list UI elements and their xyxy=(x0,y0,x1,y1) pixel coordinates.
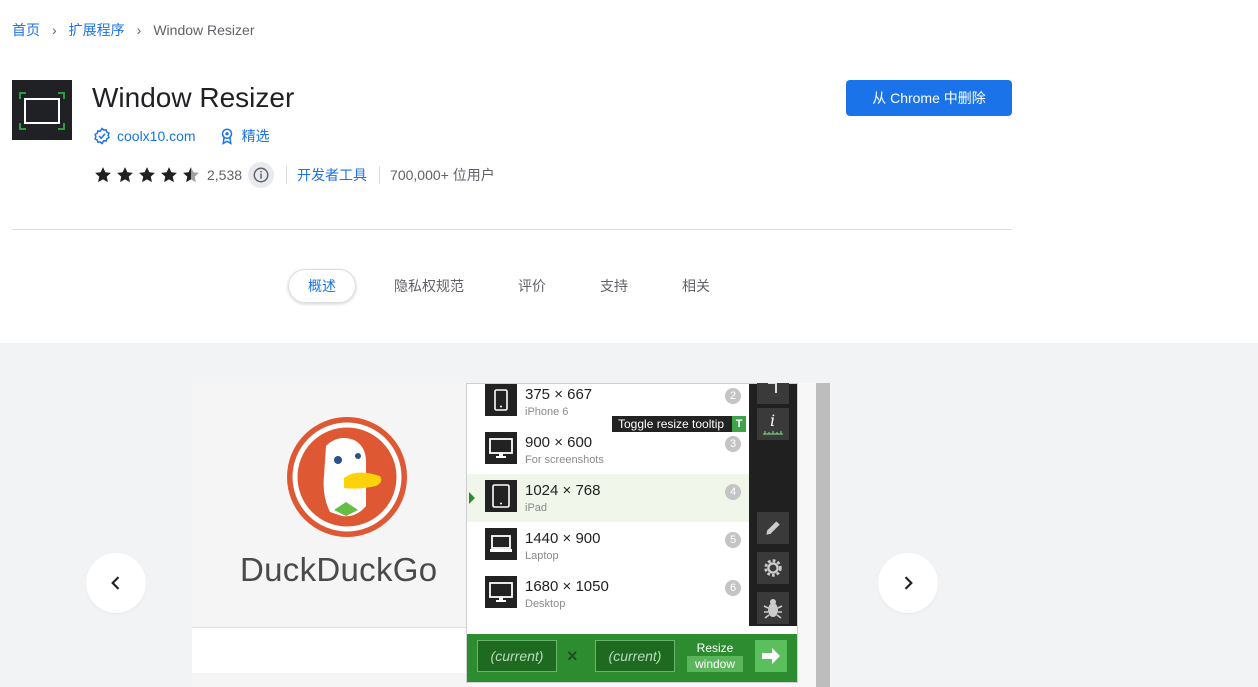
stats-row: 2,538 开发者工具 700,000+ 位用户 xyxy=(93,162,495,188)
settings-button[interactable] xyxy=(757,552,789,584)
rotate-icon xyxy=(768,383,777,393)
chevron-right-icon: › xyxy=(52,22,57,38)
resize-form: (current) × (current) Resize window xyxy=(467,634,797,682)
featured-ribbon-icon xyxy=(221,128,232,145)
tooltip-shortcut-key: T xyxy=(732,416,747,432)
gear-icon xyxy=(764,559,782,577)
tab-overview[interactable]: 概述 xyxy=(288,269,356,303)
header-divider xyxy=(12,229,1012,230)
breadcrumb: 首页 › 扩展程序 › Window Resizer xyxy=(12,20,254,40)
preset-label: For screenshots xyxy=(525,454,604,466)
toggle-tooltip-button[interactable]: i xyxy=(757,408,789,440)
preset-shortcut: 2 xyxy=(725,388,741,404)
width-input[interactable]: (current) xyxy=(477,640,557,672)
monitor-icon xyxy=(485,432,517,464)
breadcrumb-extensions-link[interactable]: 扩展程序 xyxy=(69,20,125,40)
remove-from-chrome-button[interactable]: 从 Chrome 中删除 xyxy=(846,80,1012,116)
preset-shortcut: 6 xyxy=(725,580,741,596)
screenshot-gallery: DuckDuckGo 375 × 667 iPhone 6 2 900 × 60… xyxy=(0,343,1258,687)
monitor-icon xyxy=(485,576,517,608)
user-count: 700,000+ 位用户 xyxy=(390,167,495,183)
divider xyxy=(379,166,381,184)
developer-row: coolx10.com 精选 xyxy=(93,126,270,146)
preset-row-selected[interactable]: 1024 × 768 iPad 4 xyxy=(467,474,749,522)
info-ruler-icon: i xyxy=(763,411,783,435)
tablet-icon xyxy=(485,480,517,512)
preset-resolution: 1440 × 900 xyxy=(525,530,601,547)
star-half-icon xyxy=(183,167,199,183)
chevron-right-icon xyxy=(904,576,913,590)
star-filled-icon xyxy=(161,167,177,183)
preset-label: Laptop xyxy=(525,550,559,562)
star-filled-icon xyxy=(95,167,111,183)
duckduckgo-wordmark: DuckDuckGo xyxy=(240,551,438,588)
preset-resolution: 1680 × 1050 xyxy=(525,578,609,595)
rating-info-button[interactable] xyxy=(248,162,275,188)
tab-reviews[interactable]: 评价 xyxy=(498,269,566,303)
preset-resolution: 1024 × 768 xyxy=(525,482,601,499)
selected-caret-icon xyxy=(469,492,475,504)
chevron-right-icon: › xyxy=(136,22,142,38)
preset-row[interactable]: 1680 × 1050 Desktop 6 xyxy=(467,570,749,618)
screenshot-scrollbar xyxy=(816,383,830,687)
category-link[interactable]: 开发者工具 xyxy=(297,165,367,185)
duckduckgo-search-box xyxy=(192,627,468,673)
preset-shortcut: 4 xyxy=(725,484,741,500)
resize-go-button[interactable] xyxy=(755,640,787,672)
preset-resolution: 900 × 600 xyxy=(525,434,593,451)
tab-related[interactable]: 相关 xyxy=(662,269,730,303)
screenshot-image: DuckDuckGo 375 × 667 iPhone 6 2 900 × 60… xyxy=(192,383,830,687)
preset-label: iPhone 6 xyxy=(525,406,569,418)
report-bug-button[interactable] xyxy=(757,592,789,624)
preset-label: Desktop xyxy=(525,598,566,610)
extension-title: Window Resizer xyxy=(92,82,295,113)
featured-badge[interactable]: 精选 xyxy=(218,126,270,146)
resize-label: Resize xyxy=(696,641,734,655)
times-symbol: × xyxy=(567,646,578,666)
height-input[interactable]: (current) xyxy=(595,640,675,672)
laptop-icon xyxy=(485,528,517,560)
gallery-prev-button[interactable] xyxy=(86,553,146,613)
phone-icon xyxy=(485,384,517,416)
tooltip-text: Toggle resize tooltip xyxy=(618,417,725,431)
featured-label: 精选 xyxy=(241,128,270,144)
rotate-button[interactable] xyxy=(757,383,789,404)
resizer-popup: 375 × 667 iPhone 6 2 900 × 600 For scree… xyxy=(466,383,798,683)
verified-badge-icon xyxy=(94,127,110,145)
svg-text:i: i xyxy=(770,411,775,430)
rating-count: 2,538 xyxy=(207,167,243,183)
rating-stars xyxy=(93,165,201,185)
gallery-next-button[interactable] xyxy=(878,553,938,613)
arrow-right-icon xyxy=(762,648,780,664)
bug-icon xyxy=(763,599,783,619)
duckduckgo-page: DuckDuckGo xyxy=(192,383,468,687)
chevron-left-icon xyxy=(111,576,120,590)
breadcrumb-home-link[interactable]: 首页 xyxy=(12,20,40,40)
preset-row[interactable]: 1440 × 900 Laptop 5 xyxy=(467,522,749,570)
developer-link[interactable]: coolx10.com xyxy=(117,128,196,144)
info-icon xyxy=(253,167,269,183)
preset-row[interactable]: 900 × 600 For screenshots 3 xyxy=(467,426,749,474)
preset-resolution: 375 × 667 xyxy=(525,386,593,403)
window-label: window xyxy=(687,656,743,672)
preset-label: iPad xyxy=(525,502,548,514)
extension-logo xyxy=(12,80,72,140)
pencil-icon xyxy=(766,521,780,535)
star-filled-icon xyxy=(139,167,155,183)
star-filled-icon xyxy=(117,167,133,183)
preset-shortcut: 3 xyxy=(725,436,741,452)
divider xyxy=(286,166,288,184)
preset-shortcut: 5 xyxy=(725,532,741,548)
detail-tabs: 概述 隐私权规范 评价 支持 相关 xyxy=(288,269,744,303)
duckduckgo-logo xyxy=(287,417,407,537)
tab-privacy[interactable]: 隐私权规范 xyxy=(374,269,484,303)
resizer-toolbar: i xyxy=(749,383,797,626)
edit-presets-button[interactable] xyxy=(757,512,789,544)
resize-tooltip: Toggle resize tooltip T xyxy=(612,416,747,432)
breadcrumb-current: Window Resizer xyxy=(153,22,255,38)
resize-window-label: Resize window xyxy=(687,640,743,672)
tab-support[interactable]: 支持 xyxy=(580,269,648,303)
